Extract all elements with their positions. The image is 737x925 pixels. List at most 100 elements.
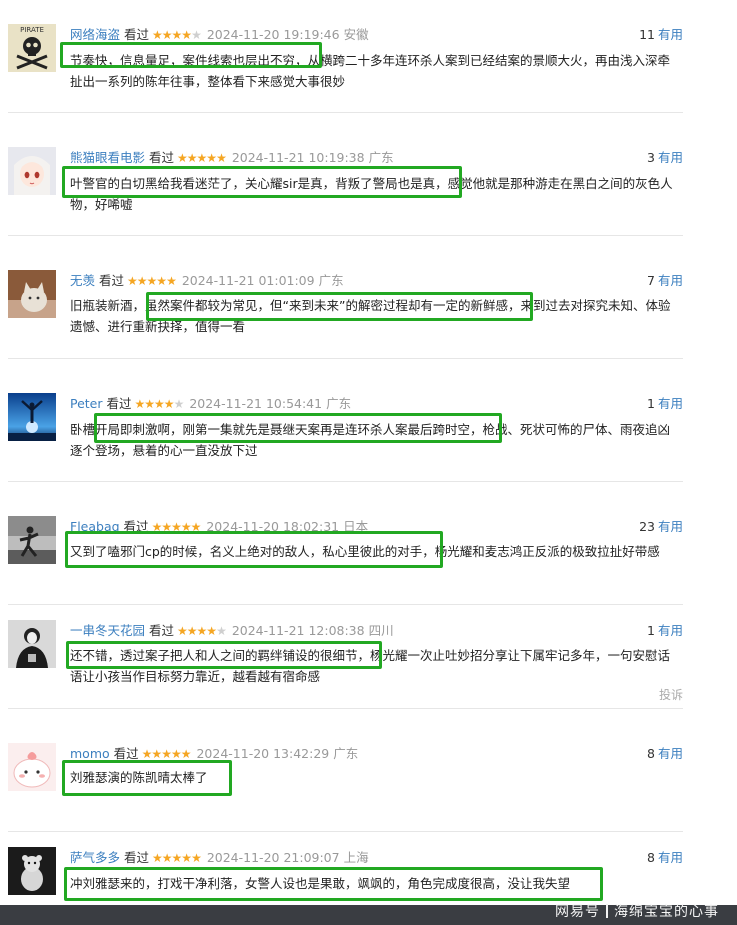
location: 广东: [368, 150, 394, 165]
review-text: 叶警官的白切黑给我看迷茫了，关心耀sir是真，背叛了警局也是真，感觉他就是那种游…: [70, 176, 673, 212]
rating-stars: ★★★★★: [134, 397, 185, 411]
watched-label: 看过: [123, 519, 149, 534]
username-link[interactable]: 萨气多多: [70, 850, 120, 865]
useful-votes: 7 有用: [647, 272, 683, 290]
timestamp: 2024-11-20 13:42:29: [196, 746, 330, 761]
vote-count: 23: [639, 519, 655, 534]
rating-stars: ★★★★★: [177, 151, 227, 165]
timestamp: 2024-11-21 10:19:38: [231, 150, 365, 165]
useful-button[interactable]: 有用: [658, 850, 683, 865]
username-link[interactable]: 无羡: [70, 273, 95, 288]
review-meta: Fleabag 看过 ★★★★★ 2024-11-20 18:02:31 日本: [70, 518, 368, 536]
username-link[interactable]: 熊猫眼看电影: [70, 150, 145, 165]
avatar-caption: PIRATE: [20, 26, 44, 34]
review-meta: 一串冬天花园 看过 ★★★★★ 2024-11-21 12:08:38 四川: [70, 622, 394, 640]
pink-blob-icon: [8, 743, 56, 791]
vote-count: 7: [647, 273, 655, 288]
divider: [8, 358, 683, 359]
anime-girl-icon: [8, 147, 56, 195]
divider: [8, 481, 683, 482]
sunset-silhouette-icon: [8, 393, 56, 441]
location: 上海: [343, 850, 369, 865]
location: 四川: [368, 623, 394, 638]
person-photo-icon: [8, 620, 56, 668]
review-text: 又到了嗑邪门cp的时候，名义上绝对的敌人，私心里彼此的对手，杨光耀和麦志鸿正反派…: [70, 544, 660, 559]
watched-label: 看过: [149, 623, 175, 638]
review-meta: 萨气多多 看过 ★★★★★ 2024-11-20 21:09:07 上海: [70, 849, 369, 867]
useful-button[interactable]: 有用: [658, 519, 683, 534]
page-top: [0, 0, 737, 4]
avatar[interactable]: [8, 620, 56, 668]
review-meta: Peter 看过 ★★★★★ 2024-11-21 10:54:41 广东: [70, 395, 351, 413]
timestamp: 2024-11-20 19:19:46: [206, 27, 340, 42]
vote-count: 1: [647, 623, 655, 638]
divider: [8, 112, 683, 113]
useful-votes: 8 有用: [647, 849, 683, 867]
timestamp: 2024-11-21 10:54:41: [189, 396, 323, 411]
avatar[interactable]: [8, 847, 56, 895]
review-text: 刘雅瑟演的陈凯晴太棒了: [70, 770, 208, 785]
useful-votes: 3 有用: [647, 149, 683, 167]
useful-votes: 11 有用: [639, 26, 683, 44]
runner-photo-icon: [8, 516, 56, 564]
useful-votes: 1 有用: [647, 622, 683, 640]
cat-icon: [8, 270, 56, 318]
rating-stars: ★★★★★: [141, 747, 192, 761]
username-link[interactable]: momo: [70, 746, 110, 761]
vote-count: 1: [647, 396, 655, 411]
useful-votes: 23 有用: [639, 518, 683, 536]
review-text: 冲刘雅瑟来的，打戏干净利落，女警人设也是果敢，飒飒的，角色完成度很高，没让我失望: [70, 876, 571, 891]
divider: [8, 604, 683, 605]
location: 广东: [333, 746, 359, 761]
bear-photo-icon: [8, 847, 56, 895]
review-text: 旧瓶装新酒，虽然案件都较为常见，但“来到未来”的解密过程却有一定的新鲜感，来到过…: [70, 298, 671, 334]
useful-button[interactable]: 有用: [658, 273, 683, 288]
rating-stars: ★★★★★: [152, 28, 202, 42]
watched-label: 看过: [124, 27, 150, 42]
username-link[interactable]: Fleabag: [70, 519, 120, 534]
divider: [8, 708, 683, 709]
review-meta: momo 看过 ★★★★★ 2024-11-20 13:42:29 广东: [70, 745, 358, 763]
avatar[interactable]: [8, 147, 56, 195]
review-meta: 无羡 看过 ★★★★★ 2024-11-21 01:01:09 广东: [70, 272, 344, 290]
avatar[interactable]: PIRATE: [8, 24, 56, 72]
avatar[interactable]: [8, 393, 56, 441]
avatar[interactable]: [8, 270, 56, 318]
watched-label: 看过: [106, 396, 132, 411]
watched-label: 看过: [113, 746, 139, 761]
pirate-skull-icon: PIRATE: [8, 24, 56, 72]
useful-votes: 1 有用: [647, 395, 683, 413]
vote-count: 11: [639, 27, 655, 42]
watermark-bar: 网易号 海绵宝宝的心事: [0, 904, 737, 925]
timestamp: 2024-11-20 21:09:07: [206, 850, 340, 865]
timestamp: 2024-11-21 01:01:09: [181, 273, 315, 288]
review-text: 卧槽开局即刺激啊，刚第一集就先是聂继天案再是连环杀人案最后跨时空，枪战、死状可怖…: [70, 422, 671, 458]
location: 安徽: [343, 27, 369, 42]
useful-button[interactable]: 有用: [658, 746, 683, 761]
location: 日本: [343, 519, 369, 534]
vote-count: 3: [647, 150, 655, 165]
divider: [8, 235, 683, 236]
username-link[interactable]: Peter: [70, 396, 103, 411]
location: 广东: [326, 396, 352, 411]
review-meta: 熊猫眼看电影 看过 ★★★★★ 2024-11-21 10:19:38 广东: [70, 149, 394, 167]
avatar[interactable]: [8, 516, 56, 564]
username-link[interactable]: 网络海盗: [70, 27, 120, 42]
divider: [8, 831, 683, 832]
rating-stars: ★★★★★: [127, 274, 177, 288]
avatar[interactable]: [8, 743, 56, 791]
review-text: 还不错，透过案子把人和人之间的羁绊铺设的很细节，杨光耀一次止吐妙招分享让下属牢记…: [70, 648, 671, 684]
username-link[interactable]: 一串冬天花园: [70, 623, 145, 638]
watched-label: 看过: [124, 850, 150, 865]
watermark-separator: [606, 904, 608, 918]
rating-stars: ★★★★★: [151, 520, 202, 534]
useful-votes: 8 有用: [647, 745, 683, 763]
useful-button[interactable]: 有用: [658, 150, 683, 165]
watermark-text: 网易号 海绵宝宝的心事: [555, 901, 719, 921]
useful-button[interactable]: 有用: [658, 623, 683, 638]
useful-button[interactable]: 有用: [658, 396, 683, 411]
review-meta: 网络海盗 看过 ★★★★★ 2024-11-20 19:19:46 安徽: [70, 26, 369, 44]
watched-label: 看过: [149, 150, 175, 165]
report-link[interactable]: 投诉: [659, 686, 683, 703]
useful-button[interactable]: 有用: [658, 27, 683, 42]
